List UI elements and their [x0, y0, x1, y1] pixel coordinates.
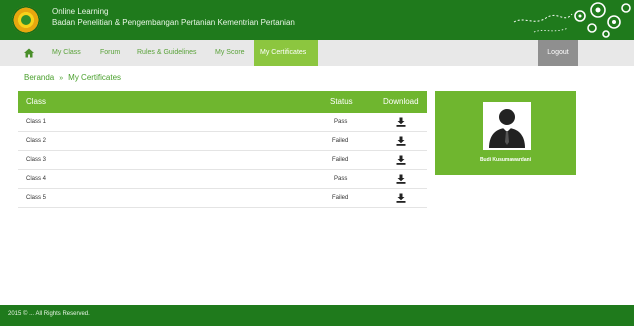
table-row: Class 2 Failed	[18, 132, 427, 151]
breadcrumb: Beranda » My Certificates	[24, 73, 121, 82]
download-icon[interactable]	[396, 117, 406, 127]
app-title: Online Learning	[52, 7, 109, 16]
row-status: Failed	[332, 195, 349, 201]
footer-copyright: 2015 © ... All Rights Reserved.	[8, 311, 90, 317]
download-icon[interactable]	[396, 174, 406, 184]
ministry-logo	[12, 6, 40, 34]
app-subtitle: Badan Penelitian & Pengembangan Pertania…	[52, 18, 295, 27]
row-status: Pass	[334, 176, 348, 182]
header-decoration	[513, 2, 631, 38]
logout-button[interactable]: Logout	[538, 40, 578, 66]
nav-item-my-class[interactable]: My Class	[46, 40, 87, 66]
header-download: Download	[383, 97, 419, 106]
nav-item-rules-guidelines[interactable]: Rules & Guidelines	[131, 40, 203, 66]
table-row: Class 3 Failed	[18, 151, 427, 170]
header-status: Status	[330, 97, 353, 106]
row-status: Failed	[332, 138, 349, 144]
row-class: Class 3	[26, 157, 47, 163]
footer: 2015 © ... All Rights Reserved.	[0, 305, 634, 326]
table-row: Class 5 Failed	[18, 189, 427, 208]
row-class: Class 1	[26, 119, 47, 125]
row-status: Failed	[332, 157, 349, 163]
nav-item-forum[interactable]: Forum	[94, 40, 126, 66]
avatar	[483, 102, 531, 150]
download-icon[interactable]	[396, 193, 406, 203]
breadcrumb-current: My Certificates	[68, 73, 122, 82]
table-row: Class 4 Pass	[18, 170, 427, 189]
row-status: Pass	[334, 119, 348, 125]
home-icon[interactable]	[22, 46, 36, 60]
table-header: Class Status Download	[18, 91, 427, 113]
breadcrumb-separator: »	[59, 75, 64, 82]
row-class: Class 2	[26, 138, 47, 144]
profile-name: Budi Kusumawardani	[479, 157, 532, 163]
header-class: Class	[26, 97, 47, 106]
table-row: Class 1 Pass	[18, 113, 427, 132]
breadcrumb-home-link[interactable]: Beranda	[24, 73, 54, 82]
row-class: Class 4	[26, 176, 47, 182]
row-class: Class 5	[26, 195, 47, 201]
app-header: Online Learning Badan Penelitian & Penge…	[0, 0, 634, 40]
certificates-table: Class Status Download Class 1 Pass Class…	[18, 91, 427, 208]
download-icon[interactable]	[396, 136, 406, 146]
nav-item-my-certificates[interactable]: My Certificates	[254, 40, 318, 66]
profile-card: Budi Kusumawardani	[435, 91, 576, 175]
nav-item-my-score[interactable]: My Score	[209, 40, 251, 66]
download-icon[interactable]	[396, 155, 406, 165]
main-nav: My Class Forum Rules & Guidelines My Sco…	[0, 40, 634, 66]
